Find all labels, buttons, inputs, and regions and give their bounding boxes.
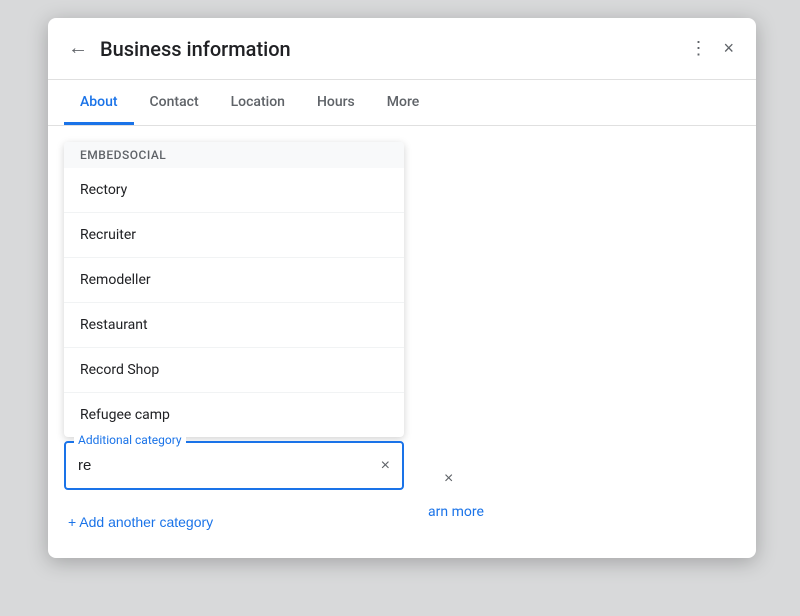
right-section: × arn more: [420, 142, 740, 542]
additional-category-input[interactable]: [66, 443, 402, 488]
more-options-button[interactable]: ⋮: [683, 32, 713, 65]
suggestion-rectory[interactable]: Rectory: [64, 168, 404, 213]
additional-category-section: Additional category ×: [64, 441, 404, 490]
primary-category-clear-button[interactable]: ×: [436, 462, 461, 496]
body-content: EmbedSocial Rectory Recruiter Remodeller…: [64, 142, 740, 542]
suggestion-record-shop[interactable]: Record Shop: [64, 348, 404, 393]
back-button[interactable]: ←: [64, 33, 92, 64]
tab-about[interactable]: About: [64, 80, 134, 125]
dialog-body: EmbedSocial Rectory Recruiter Remodeller…: [48, 126, 756, 558]
left-section: EmbedSocial Rectory Recruiter Remodeller…: [64, 142, 404, 542]
business-info-dialog: ← Business information ⋮ × About Contact…: [48, 18, 756, 558]
dialog-header: ← Business information ⋮ ×: [48, 18, 756, 80]
suggestion-refugee-camp[interactable]: Refugee camp: [64, 393, 404, 437]
suggestion-remodeller[interactable]: Remodeller: [64, 258, 404, 303]
tab-contact[interactable]: Contact: [134, 80, 215, 125]
dialog-title: Business information: [100, 37, 683, 61]
tab-hours[interactable]: Hours: [301, 80, 371, 125]
suggestions-header: EmbedSocial: [64, 142, 404, 168]
header-actions: ⋮ ×: [683, 32, 740, 65]
close-button[interactable]: ×: [717, 32, 740, 65]
learn-more-link[interactable]: arn more: [428, 504, 732, 520]
suggestions-box: EmbedSocial Rectory Recruiter Remodeller…: [64, 142, 404, 437]
add-another-category-button[interactable]: + Add another category: [64, 502, 217, 542]
suggestion-recruiter[interactable]: Recruiter: [64, 213, 404, 258]
tab-location[interactable]: Location: [215, 80, 301, 125]
additional-category-label: Additional category: [74, 433, 186, 447]
learn-more-text: arn more: [428, 504, 484, 520]
additional-category-input-wrapper: ×: [64, 441, 404, 490]
additional-category-clear-button[interactable]: ×: [377, 453, 394, 479]
suggestion-restaurant[interactable]: Restaurant: [64, 303, 404, 348]
tabs-bar: About Contact Location Hours More: [48, 80, 756, 126]
tab-more[interactable]: More: [371, 80, 436, 125]
